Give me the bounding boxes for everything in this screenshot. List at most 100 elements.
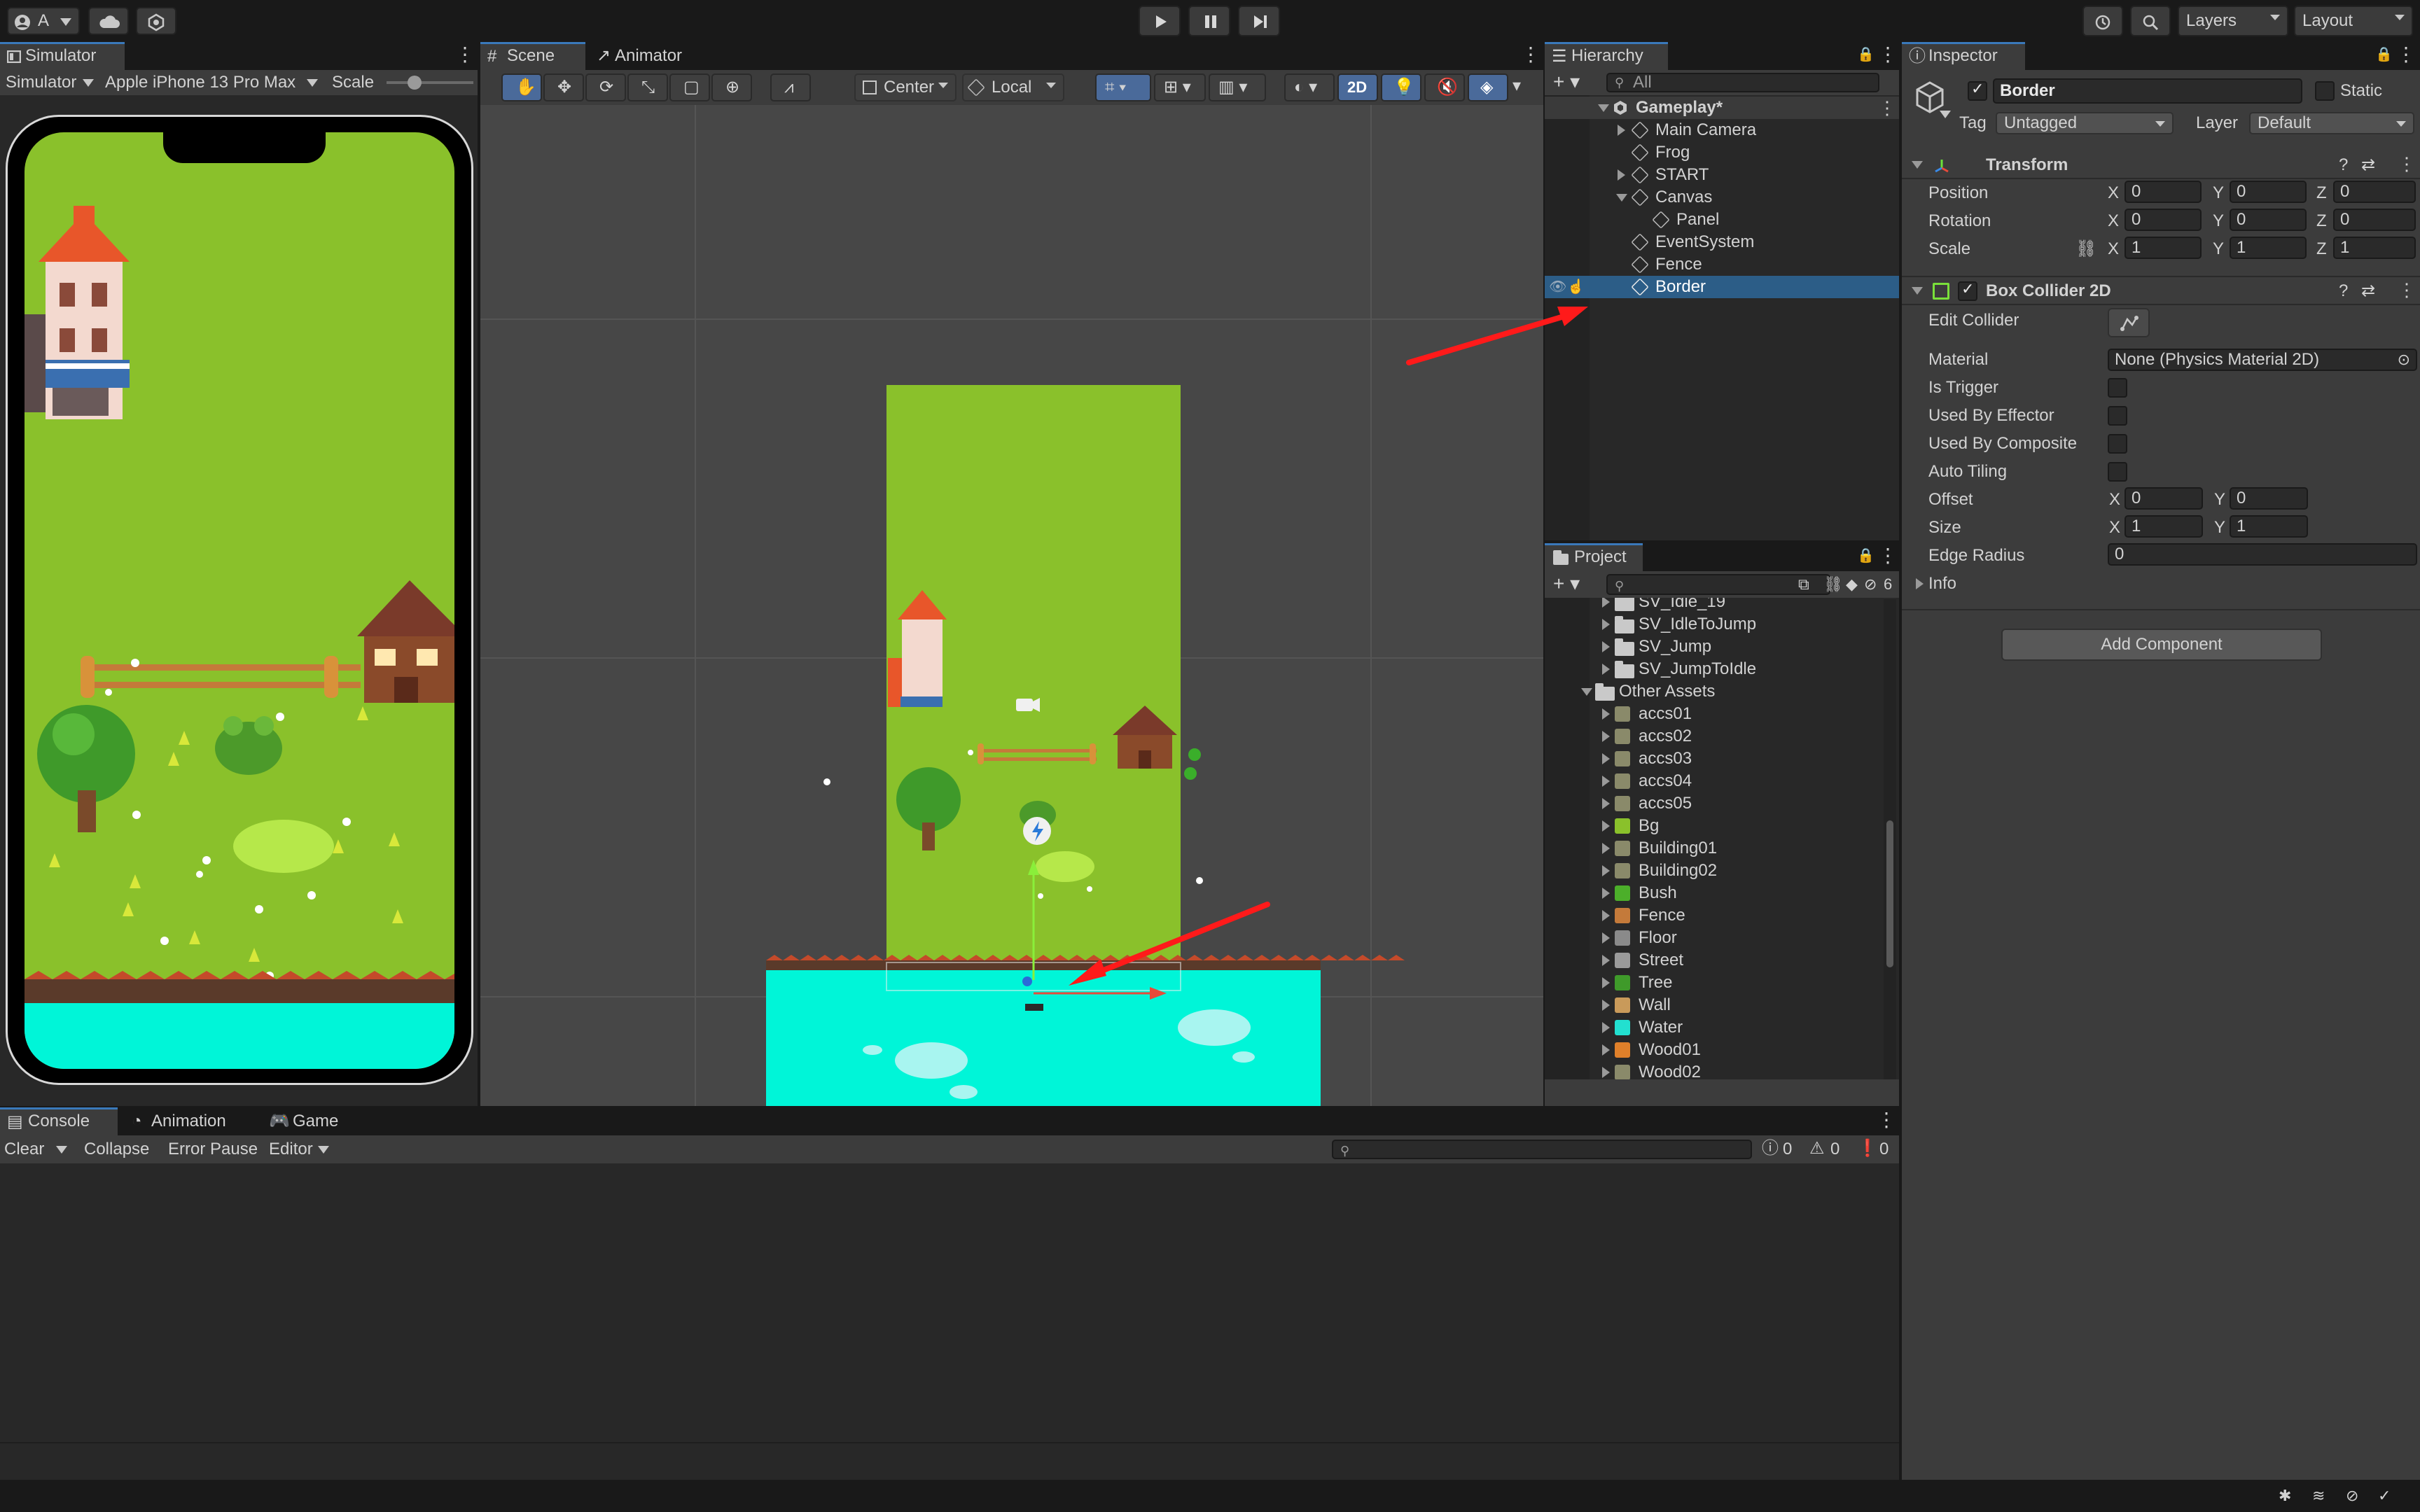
chevron-right-icon[interactable] [1602,664,1610,675]
object-picker-icon[interactable]: ⊙ [2398,350,2410,370]
position-z-field[interactable]: 0 [2333,181,2416,203]
chevron-down-icon[interactable] [1912,287,1923,295]
hierarchy-item-canvas[interactable]: Canvas [1545,186,1899,209]
hierarchy-item-eventsystem[interactable]: EventSystem [1545,231,1899,253]
phone-screen[interactable] [25,132,454,1069]
kebab-menu-icon[interactable]: ⋮ [1877,1110,1896,1130]
lock-icon[interactable]: 🔒 [2375,45,2393,64]
chevron-right-icon[interactable] [1602,1000,1610,1011]
project-item-sv-idle-19[interactable]: SV_Idle_19 [1545,598,1881,613]
hierarchy-root-row[interactable]: Gameplay* ⋮ [1545,97,1899,119]
layers-dropdown[interactable]: Layers [2178,6,2288,36]
kebab-menu-icon[interactable]: ⋮ [455,45,475,64]
scene-viewport[interactable] [480,105,1543,1106]
used-by-effector-checkbox[interactable] [2108,406,2127,426]
object-name-field[interactable]: Border [1993,78,2302,104]
chevron-right-icon[interactable] [1602,1022,1610,1033]
project-scrollbar[interactable] [1884,599,1896,1089]
lock-icon[interactable]: 🔒 [1857,546,1875,566]
chevron-right-icon[interactable] [1602,798,1610,809]
chevron-down-icon[interactable] [318,1146,329,1154]
chevron-down-icon[interactable] [1912,161,1923,169]
project-item-building01[interactable]: Building01 [1545,837,1881,860]
pause-button[interactable] [1188,6,1230,36]
chevron-right-icon[interactable] [1602,865,1610,876]
rotation-z-field[interactable]: 0 [2333,209,2416,231]
pivot-dropdown[interactable]: Center [854,74,957,102]
console-search-input[interactable]: ⚲ [1332,1140,1752,1159]
custom-tool-button[interactable]: ⩘ [770,74,811,102]
edit-collider-button[interactable] [2108,308,2150,337]
project-item-wood01[interactable]: Wood01 [1545,1039,1881,1061]
chevron-right-icon[interactable] [1602,598,1610,608]
project-item-accs04[interactable]: accs04 [1545,770,1881,792]
collider-enabled-checkbox[interactable]: ✓ [1958,280,1977,301]
chevron-right-icon[interactable] [1602,731,1610,742]
scale-z-field[interactable]: 1 [2333,237,2416,259]
tab-animation[interactable]: ◔ Animation [126,1107,259,1135]
project-item-bg[interactable]: Bg [1545,815,1881,837]
network-icon[interactable]: ≋ [2312,1486,2325,1506]
log-icon[interactable]: ⓘ [1762,1139,1779,1158]
preset-icon[interactable]: ⇄ [2361,281,2375,301]
help-icon[interactable]: ? [2339,281,2348,301]
history-button[interactable] [2082,6,2123,36]
chevron-right-icon[interactable] [1916,578,1924,589]
lighting-button[interactable]: 💡 [1381,74,1421,102]
scale-tool-button[interactable]: ⤡ [627,74,668,102]
kebab-menu-icon[interactable]: ⋮ [1521,45,1541,64]
chevron-right-icon[interactable] [1602,619,1610,630]
scrollbar-thumb[interactable] [1886,820,1893,967]
hidden-packages-icon[interactable]: ⊘ [1864,575,1877,594]
simulator-mode-dropdown[interactable]: Simulator [6,71,95,94]
filter-label-icon[interactable]: ⛓ [1823,575,1843,594]
rect-tool-button[interactable]: ▢ [669,74,710,102]
filter-type-icon[interactable]: ⧉ [1798,575,1809,594]
tab-hierarchy[interactable]: ☰ Hierarchy [1545,42,1668,70]
console-log-area[interactable] [0,1163,1899,1443]
project-item-sv-jumptoidle[interactable]: SV_JumpToIdle [1545,658,1881,680]
active-checkbox[interactable]: ✓ [1968,80,1987,101]
project-item-sv-idletojump[interactable]: SV_IdleToJump [1545,613,1881,636]
editor-dropdown[interactable]: Editor [269,1138,339,1161]
project-item-wall[interactable]: Wall [1545,994,1881,1016]
hierarchy-search-input[interactable]: ⚲ All [1606,73,1879,92]
rotate-tool-button[interactable]: ⟳ [585,74,626,102]
error-pause-button[interactable]: Error Pause [168,1138,259,1161]
bug-icon[interactable]: ✱ [2279,1486,2291,1506]
chevron-right-icon[interactable] [1602,1067,1610,1078]
chevron-right-icon[interactable] [1602,977,1610,988]
favorites-icon[interactable]: ◆ [1846,575,1858,594]
kebab-menu-icon[interactable]: ⋮ [1878,546,1898,566]
device-dropdown[interactable]: Apple iPhone 13 Pro Max [105,71,322,94]
layer-dropdown[interactable]: Default [2249,112,2414,134]
tag-dropdown[interactable]: Untagged [1996,112,2174,134]
collab-button[interactable] [136,7,176,35]
slider-handle[interactable] [408,76,422,90]
chevron-right-icon[interactable] [1602,820,1610,832]
chevron-down-icon[interactable] [56,1146,67,1154]
rotation-x-field[interactable]: 0 [2125,209,2202,231]
chevron-right-icon[interactable] [1602,753,1610,764]
chevron-down-icon[interactable] [1616,194,1627,202]
chevron-right-icon[interactable] [1602,776,1610,787]
chevron-right-icon[interactable] [1618,125,1625,136]
chevron-right-icon[interactable] [1602,932,1610,944]
add-asset-button[interactable]: + ▾ [1553,574,1580,594]
chevron-right-icon[interactable] [1602,641,1610,652]
project-item-accs01[interactable]: accs01 [1545,703,1881,725]
project-item-tree[interactable]: Tree [1545,972,1881,994]
chevron-down-icon[interactable] [1598,104,1609,112]
static-checkbox[interactable] [2315,81,2335,101]
used-by-composite-checkbox[interactable] [2108,434,2127,454]
grid-button[interactable]: ⊞ ▾ [1154,74,1206,102]
chevron-down-icon[interactable] [1581,688,1592,696]
project-item-accs02[interactable]: accs02 [1545,725,1881,748]
audio-button[interactable]: 🔇 [1424,74,1465,102]
cache-icon[interactable]: ⊘ [2346,1486,2358,1506]
project-item-fence[interactable]: Fence [1545,904,1881,927]
step-button[interactable] [1238,6,1280,36]
status-check-icon[interactable]: ✓ [2378,1486,2391,1506]
add-component-button[interactable]: Add Component [2001,629,2322,661]
tab-project[interactable]: Project [1545,543,1643,571]
